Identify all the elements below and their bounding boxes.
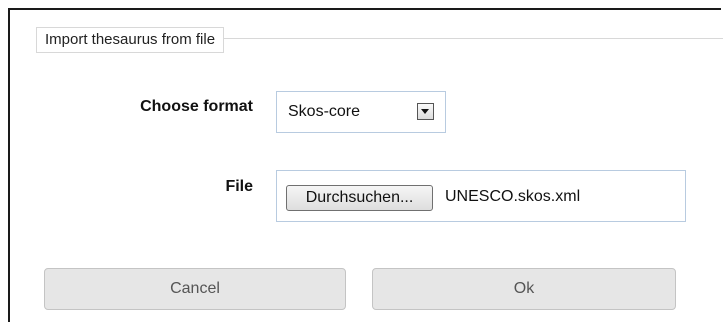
format-select-value: Skos-core: [288, 103, 361, 120]
format-dropdown-button[interactable]: [417, 103, 434, 120]
format-select[interactable]: Skos-core: [276, 91, 446, 133]
file-input[interactable]: Durchsuchen... UNESCO.skos.xml: [276, 170, 686, 222]
chevron-down-icon: [421, 109, 429, 114]
dialog-title: Import thesaurus from file: [36, 27, 225, 53]
browse-button[interactable]: Durchsuchen...: [286, 185, 433, 211]
file-label: File: [225, 178, 253, 195]
cancel-button[interactable]: Cancel: [44, 268, 346, 310]
format-label: Choose format: [140, 98, 253, 115]
selected-file-name: UNESCO.skos.xml: [445, 188, 581, 205]
ok-button[interactable]: Ok: [372, 268, 676, 310]
